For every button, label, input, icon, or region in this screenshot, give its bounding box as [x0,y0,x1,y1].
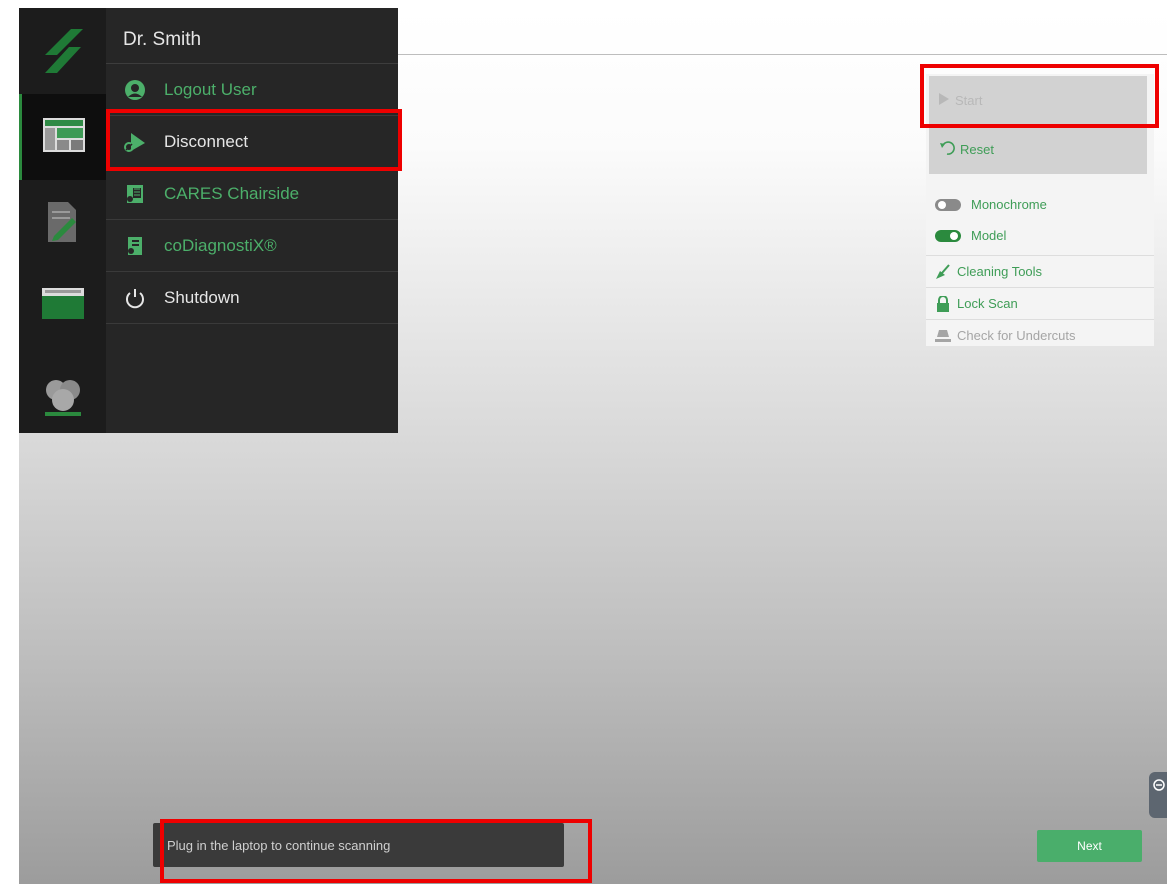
model-toggle-row[interactable]: Model [935,228,1006,243]
scan-viewport[interactable]: Dr. Smith Logout User Disconnect CARES C… [19,8,1167,884]
rail-item-folder[interactable] [19,276,106,336]
rail-item-notes[interactable] [19,194,106,254]
check-undercuts-label: Check for Undercuts [957,328,1076,343]
user-name: Dr. Smith [106,8,398,64]
monochrome-label: Monochrome [971,197,1047,212]
reset-button[interactable]: Reset [929,124,1147,174]
notes-edit-icon [46,200,80,249]
codiagnostix-icon [123,234,147,258]
rail-item-patients[interactable] [19,368,106,428]
logout-user-icon [123,78,147,102]
side-tab[interactable] [1149,772,1167,818]
lock-icon [935,295,951,312]
disconnect-icon [123,130,147,154]
menu-item-shutdown[interactable]: Shutdown [106,272,398,324]
monochrome-toggle-row[interactable]: Monochrome [935,197,1047,212]
menu-item-label: Disconnect [164,131,249,151]
lock-scan-label: Lock Scan [957,296,1018,311]
status-message: Plug in the laptop to continue scanning [153,823,564,867]
menu-item-label: coDiagnostiX® [164,235,277,255]
broom-icon [935,263,951,280]
monochrome-toggle[interactable] [935,198,961,211]
model-label: Model [971,228,1007,243]
next-button[interactable]: Next [1037,830,1142,862]
user-menu: Dr. Smith Logout User Disconnect CARES C… [106,8,398,433]
menu-item-label: Logout User [164,79,257,99]
menu-item-codiagnostix[interactable]: coDiagnostiX® [106,220,398,272]
lock-scan-link[interactable]: Lock Scan [926,287,1154,319]
reset-icon [939,140,955,158]
scan-control-panel: Start Reset Monochrome Model Cleaning To… [926,74,1154,346]
menu-item-disconnect[interactable]: Disconnect [106,116,398,168]
model-toggle[interactable] [935,229,961,242]
straumann-logo-icon [19,8,106,94]
reset-label: Reset [960,141,994,157]
folder-icon [41,287,85,326]
undercut-icon [935,328,951,344]
rail-item-scan[interactable] [19,94,106,180]
menu-item-label: CARES Chairside [164,183,300,203]
play-icon [939,92,949,108]
menu-item-logout[interactable]: Logout User [106,64,398,116]
menu-item-label: Shutdown [164,287,240,307]
cares-chairside-icon [123,182,147,206]
minus-circle-icon [1153,778,1165,796]
scan-screen-icon [42,117,86,158]
left-rail [19,8,106,433]
cleaning-tools-label: Cleaning Tools [957,264,1043,279]
check-undercuts-link[interactable]: Check for Undercuts [926,319,1154,351]
start-label: Start [955,92,983,108]
power-icon [123,286,147,310]
patients-icon [41,374,85,423]
menu-item-cares-chairside[interactable]: CARES Chairside [106,168,398,220]
start-button[interactable]: Start [929,76,1147,124]
cleaning-tools-link[interactable]: Cleaning Tools [926,255,1154,287]
